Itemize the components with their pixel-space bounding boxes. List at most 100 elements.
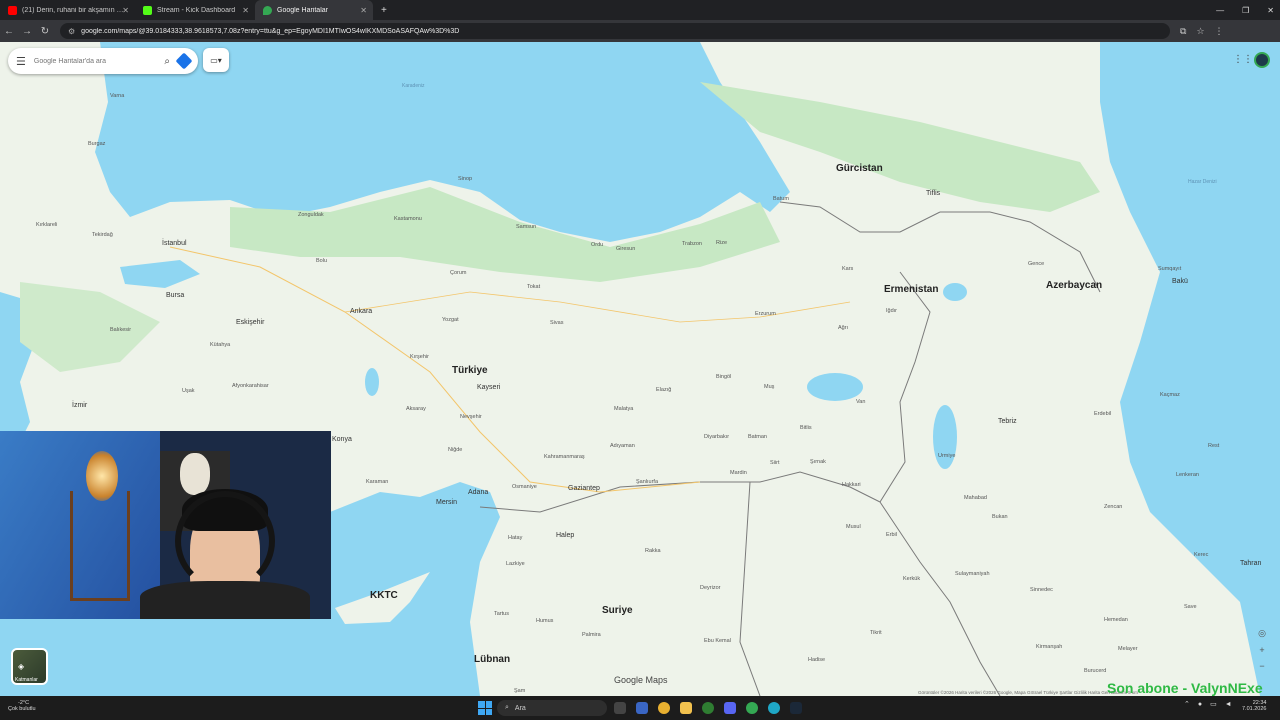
city-label: Kirmanşah <box>1036 644 1063 650</box>
file-explorer-icon[interactable] <box>680 702 692 714</box>
layers-icon: ◈ <box>18 662 25 671</box>
city-label: Deyrizor <box>700 585 721 591</box>
layers-toggle-button[interactable]: ◈ Katmanlar <box>11 648 48 685</box>
close-tab-icon[interactable]: ✕ <box>122 6 129 15</box>
tray-chevron-icon[interactable]: ⌃ <box>1184 700 1190 708</box>
hamburger-menu-icon[interactable]: ☰ <box>16 55 26 68</box>
weather-widget[interactable]: -2°C Çok bulutlu <box>8 700 36 712</box>
country-label-armenia: Ermenistan <box>884 284 939 295</box>
steam-icon[interactable] <box>790 702 802 714</box>
close-window-icon[interactable]: ✕ <box>1267 6 1274 15</box>
close-tab-icon[interactable]: ✕ <box>360 6 367 15</box>
city-label: Mahabad <box>964 495 987 501</box>
city-label: İzmir <box>72 402 88 409</box>
chrome-icon[interactable] <box>658 702 670 714</box>
taskbar-search-box[interactable]: ⌕ Ara <box>497 700 607 716</box>
lake-urmia-shape <box>933 405 957 469</box>
city-label: Şırnak <box>810 459 826 465</box>
city-label: Kastamonu <box>394 216 422 222</box>
city-label: Gaziantep <box>568 485 600 492</box>
address-bar-row: ← → ↻ ⚙ google.com/maps/@39.0184333,38.9… <box>0 20 1280 42</box>
search-icon[interactable]: ⌕ <box>164 56 170 67</box>
microphone-icon[interactable]: ● <box>1198 701 1202 708</box>
city-label: Hakkari <box>842 482 861 488</box>
zoom-out-button[interactable]: − <box>1259 661 1264 671</box>
city-label: Lazkiye <box>506 561 525 567</box>
sea-label-black-sea: Karadeniz <box>402 83 425 89</box>
windows-start-icon[interactable] <box>478 701 492 715</box>
city-label: Melayer <box>1118 646 1138 652</box>
edge-icon[interactable] <box>768 702 780 714</box>
city-label: Afyonkarahisar <box>232 383 269 389</box>
city-label: Şam <box>514 688 526 694</box>
city-label: Rize <box>716 240 728 246</box>
city-label: Rakka <box>645 548 661 554</box>
city-label: Yozgat <box>442 317 459 323</box>
city-label: Ebu Kemal <box>704 638 731 644</box>
tab-title: Stream - Kick Dashboard <box>157 6 236 14</box>
reload-icon[interactable]: ↻ <box>36 26 54 37</box>
browser-menu-icon[interactable]: ⋮ <box>1215 26 1224 37</box>
webcam-shelf <box>70 491 130 601</box>
maximize-icon[interactable]: ❐ <box>1242 6 1249 15</box>
new-tab-button[interactable]: + <box>373 5 395 16</box>
city-label: Kahramanmaraş <box>544 454 585 460</box>
city-label: Kerkük <box>903 576 921 582</box>
forward-arrow-icon[interactable]: → <box>18 26 36 37</box>
city-label: Bursa <box>166 292 185 299</box>
avatar[interactable] <box>1254 52 1270 68</box>
city-label: Sivas <box>550 320 564 326</box>
city-label: Sinnedec <box>1030 587 1053 593</box>
directions-icon[interactable] <box>175 52 193 70</box>
discord-icon[interactable] <box>724 702 736 714</box>
city-label: Save <box>1184 604 1197 610</box>
maps-pin-icon <box>263 5 272 15</box>
task-view-icon[interactable] <box>614 702 626 714</box>
widget-app-icon[interactable] <box>636 702 648 714</box>
my-location-icon[interactable]: ◎ <box>1258 628 1266 639</box>
window-controls: — ❐ ✕ <box>1216 0 1274 20</box>
install-app-icon[interactable]: ⧉ <box>1180 26 1186 37</box>
close-tab-icon[interactable]: ✕ <box>242 6 249 15</box>
tab-title: (21) Derin, ruhani bir akşamın … <box>22 6 124 14</box>
network-icon[interactable]: ▭ <box>1210 700 1217 708</box>
city-label: Nevşehir <box>460 414 482 420</box>
maps-search-input[interactable] <box>33 57 157 65</box>
zoom-in-button[interactable]: + <box>1259 645 1264 655</box>
city-label: Sinop <box>458 176 473 182</box>
browser-app-icon[interactable] <box>746 702 758 714</box>
city-label: Elazığ <box>656 387 672 393</box>
city-label: Bolu <box>316 258 328 264</box>
youtube-icon <box>8 5 17 15</box>
city-label: Sumqayıt <box>1158 266 1182 272</box>
maps-search-box[interactable]: ☰ ⌕ <box>8 48 198 74</box>
back-arrow-icon[interactable]: ← <box>0 26 18 37</box>
city-label: Bakü <box>1172 278 1188 285</box>
bookmark-star-icon[interactable]: ☆ <box>1196 26 1204 37</box>
url-field[interactable]: ⚙ google.com/maps/@39.0184333,38.9618573… <box>60 23 1170 39</box>
xbox-app-icon[interactable] <box>702 702 714 714</box>
taskbar-search-label: Ara <box>514 704 526 712</box>
system-tray: ⌃ ● ▭ ◄ <box>1184 700 1232 709</box>
browser-tab-youtube[interactable]: (21) Derin, ruhani bir akşamın … ✕ <box>0 0 135 20</box>
city-label: Hatay <box>508 535 523 541</box>
webcam-streamer-body <box>140 581 310 619</box>
city-label: Halep <box>556 532 575 539</box>
city-label: Kütahya <box>210 342 231 348</box>
lake-van-shape <box>807 373 863 401</box>
city-label: Tebriz <box>998 418 1017 425</box>
browser-tab-maps[interactable]: Google Haritalar ✕ <box>255 0 373 20</box>
city-label: Malatya <box>614 406 634 412</box>
site-info-icon[interactable]: ⚙ <box>68 27 75 36</box>
google-maps-logo: Google Maps <box>614 675 668 685</box>
city-label: Uşak <box>182 388 195 394</box>
city-label: Burucerd <box>1084 668 1107 674</box>
city-label: Muş <box>764 384 775 390</box>
taskbar-clock[interactable]: 22:34 7.01.2026 <box>1242 700 1266 712</box>
volume-icon[interactable]: ◄ <box>1225 701 1232 708</box>
browser-tab-kick[interactable]: Stream - Kick Dashboard ✕ <box>135 0 255 20</box>
city-label: Musul <box>846 524 861 530</box>
city-label: Adıyaman <box>610 443 635 449</box>
minimize-icon[interactable]: — <box>1216 6 1224 15</box>
map-type-selector-button[interactable]: ▭▾ <box>203 48 229 72</box>
